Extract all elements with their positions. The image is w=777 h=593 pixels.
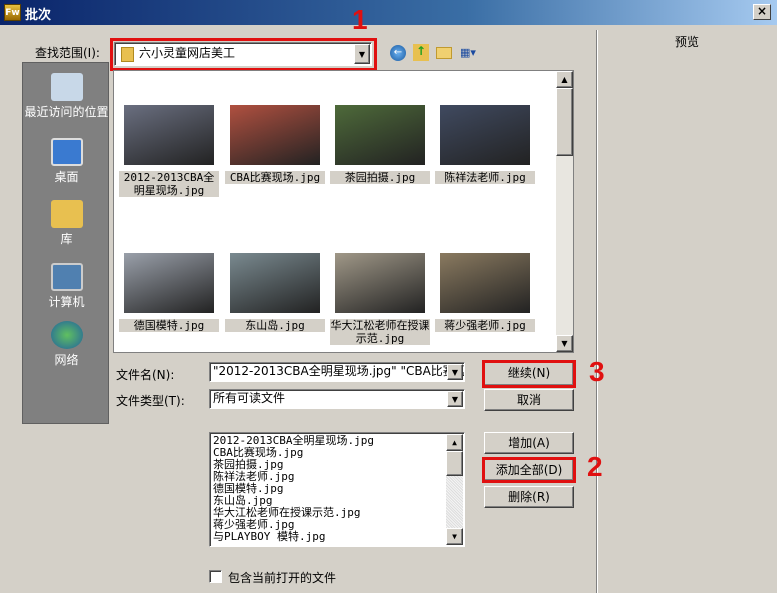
filename-value: "2012-2013CBA全明星现场.jpg" "CBA比赛现: [213, 364, 465, 378]
scroll-thumb[interactable]: [556, 88, 573, 156]
filetype-value: 所有可读文件: [213, 391, 286, 405]
scroll-down-button[interactable]: ▼: [556, 335, 573, 352]
place-label: 网络: [54, 353, 79, 367]
remove-button[interactable]: 删除(R): [484, 486, 574, 508]
place-label: 计算机: [48, 295, 85, 309]
file-thumbnail[interactable]: [230, 105, 320, 165]
annotation-box-1: [110, 38, 377, 71]
places-bar: 最近访问的位置 桌面 库 计算机 网络: [22, 62, 109, 424]
include-open-label: 包含当前打开的文件: [228, 571, 337, 585]
up-folder-icon[interactable]: ↑: [413, 44, 429, 61]
chevron-down-icon[interactable]: ▼: [447, 364, 463, 380]
file-name-label[interactable]: 陈祥法老师.jpg: [435, 171, 535, 184]
new-folder-icon[interactable]: [436, 47, 452, 59]
annotation-number-3: 3: [589, 356, 605, 387]
file-thumbnail[interactable]: [124, 105, 214, 165]
filename-label: 文件名(N):: [116, 368, 175, 382]
file-name-label[interactable]: 蒋少强老师.jpg: [435, 319, 535, 332]
file-name-label[interactable]: 华大江松老师在授课示范.jpg: [330, 319, 430, 345]
batch-file-list[interactable]: 2012-2013CBA全明星现场.jpg CBA比赛现场.jpg 茶园拍摄.jpg…: [209, 432, 465, 547]
file-name-label[interactable]: 2012-2013CBA全明星现场.jpg: [119, 171, 219, 197]
place-recent[interactable]: 最近访问的位置: [23, 73, 110, 120]
include-open-checkbox[interactable]: [209, 570, 222, 583]
file-thumbnail[interactable]: [440, 105, 530, 165]
file-name-label[interactable]: CBA比赛现场.jpg: [225, 171, 325, 184]
cancel-button[interactable]: 取消: [484, 389, 574, 411]
file-view[interactable]: 2012-2013CBA全明星现场.jpg CBA比赛现场.jpg 茶园拍摄.jpg…: [113, 70, 574, 353]
preview-divider: [596, 30, 597, 593]
place-label: 最近访问的位置: [24, 105, 109, 119]
close-button[interactable]: ×: [753, 4, 771, 20]
file-name-label[interactable]: 茶园拍摄.jpg: [330, 171, 430, 184]
window-title: 批次: [25, 8, 52, 23]
filename-input[interactable]: "2012-2013CBA全明星现场.jpg" "CBA比赛现 ▼: [209, 362, 465, 382]
batch-list-item[interactable]: 与PLAYBOY 模特.jpg: [213, 531, 444, 543]
file-thumbnail[interactable]: [230, 253, 320, 313]
fireworks-app-icon: Fw: [4, 4, 21, 21]
place-desktop[interactable]: 桌面: [23, 138, 110, 185]
place-label: 桌面: [54, 170, 79, 184]
annotation-number-2: 2: [587, 451, 603, 482]
views-menu-icon[interactable]: ▦▾: [460, 46, 482, 60]
file-thumbnail[interactable]: [335, 105, 425, 165]
file-name-label[interactable]: 东山岛.jpg: [225, 319, 325, 332]
file-thumbnail[interactable]: [124, 253, 214, 313]
place-libraries[interactable]: 库: [23, 200, 110, 247]
title-bar: Fw 批次 ×: [0, 0, 777, 25]
filetype-select[interactable]: 所有可读文件 ▼: [209, 389, 465, 409]
scroll-up-button[interactable]: ▲: [446, 434, 463, 451]
add-button[interactable]: 增加(A): [484, 432, 574, 454]
annotation-box-2: [482, 457, 576, 483]
annotation-number-1: 1: [352, 4, 368, 35]
place-computer[interactable]: 计算机: [23, 263, 110, 310]
place-network[interactable]: 网络: [23, 321, 110, 368]
lookin-label: 查找范围(I):: [35, 46, 100, 60]
scroll-up-button[interactable]: ▲: [556, 71, 573, 88]
filetype-label: 文件类型(T):: [116, 394, 185, 408]
chevron-down-icon[interactable]: ▼: [447, 391, 463, 407]
annotation-box-3: [482, 360, 576, 388]
preview-label: 预览: [675, 35, 700, 49]
batch-list-scrollbar[interactable]: ▲ ▼: [446, 434, 463, 545]
file-name-label[interactable]: 德国模特.jpg: [119, 319, 219, 332]
file-thumbnail[interactable]: [335, 253, 425, 313]
back-icon[interactable]: ←: [390, 45, 406, 61]
scroll-thumb[interactable]: [446, 451, 463, 476]
scroll-down-button[interactable]: ▼: [446, 528, 463, 545]
file-view-scrollbar[interactable]: ▲ ▼: [556, 71, 573, 352]
place-label: 库: [60, 232, 73, 246]
file-thumbnail[interactable]: [440, 253, 530, 313]
